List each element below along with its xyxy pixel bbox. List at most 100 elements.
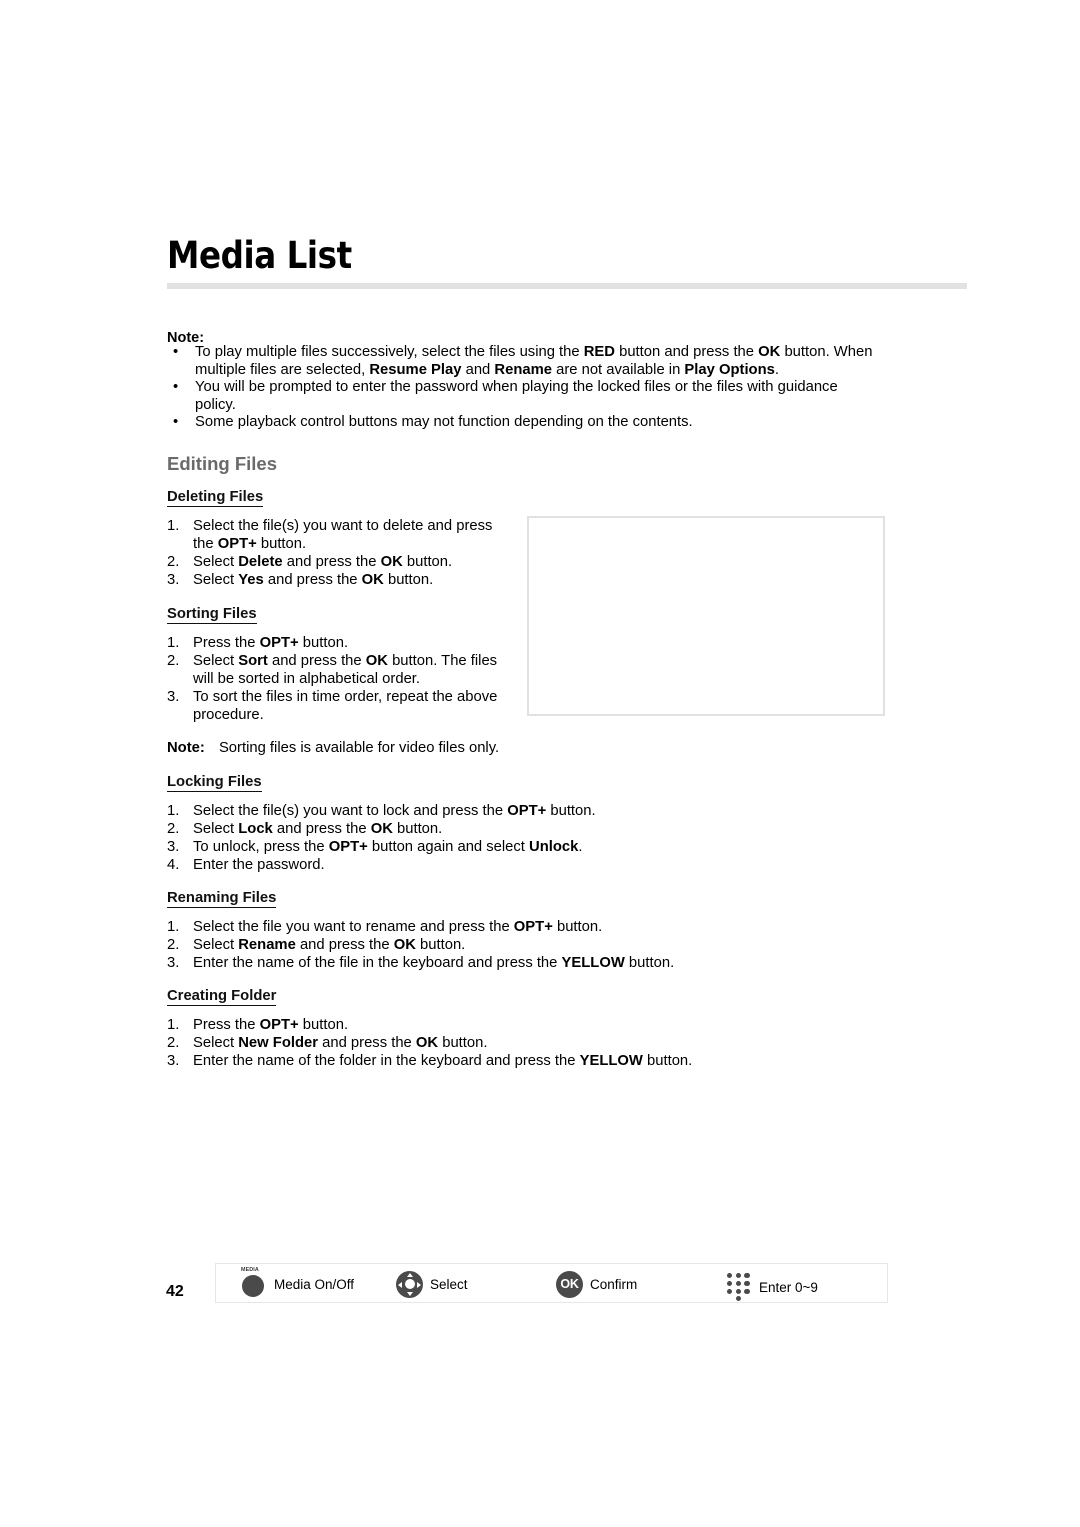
list-item: 2. Select Delete and press the OK button…: [167, 553, 512, 571]
title-divider: [167, 283, 967, 289]
list-item: • You will be prompted to enter the pass…: [167, 379, 877, 414]
bullet-icon: •: [173, 414, 179, 431]
list-item-number: 2.: [167, 1035, 180, 1051]
button-legend-bar: MEDIA Media On/Off Select OK Confirm Ent…: [215, 1263, 888, 1303]
note-text: Sorting files is available for video fil…: [218, 740, 500, 756]
keypad-dot: [726, 1287, 734, 1296]
list-item-text: Enter the password.: [193, 857, 325, 873]
list-item-number: 2.: [167, 821, 180, 837]
numeric-keypad-icon: [726, 1272, 752, 1303]
list-item-number: 3.: [167, 955, 180, 971]
arrow-down-icon: [407, 1291, 413, 1296]
list-item-number: 2.: [167, 554, 180, 570]
list-item-text: Select Delete and press the OK button.: [193, 554, 453, 570]
media-icon-label: MEDIA: [241, 1267, 259, 1273]
note-label: Note:: [167, 740, 205, 756]
keypad-dot: [734, 1279, 742, 1288]
steps-creating-folder: 1. Press the OPT+ button. 2. Select New …: [167, 1016, 827, 1070]
list-item: 2. Select New Folder and press the OK bu…: [167, 1034, 827, 1052]
list-item-number: 4.: [167, 857, 180, 873]
list-item-number: 3.: [167, 689, 180, 705]
note-bullet-list: • To play multiple files successively, s…: [167, 344, 877, 432]
list-item: 3. Enter the name of the folder in the k…: [167, 1052, 827, 1070]
list-item: • To play multiple files successively, s…: [167, 344, 877, 379]
steps-renaming-files: 1. Select the file you want to rename an…: [167, 918, 827, 972]
arrow-up-icon: [407, 1272, 413, 1277]
illustration-placeholder: [527, 516, 885, 716]
keypad-dot: [743, 1272, 751, 1280]
ok-button-icon: OK: [556, 1270, 583, 1298]
list-item-number: 1.: [167, 635, 180, 651]
arrow-left-icon: [398, 1281, 402, 1288]
list-item-text: Some playback control buttons may not fu…: [195, 414, 693, 431]
list-item: 4. Enter the password.: [167, 856, 827, 874]
list-item-text: To unlock, press the OPT+ button again a…: [193, 839, 583, 855]
legend-label-enter-digits: Enter 0~9: [759, 1279, 818, 1295]
keypad-dot: [726, 1279, 734, 1288]
list-item-text: Enter the name of the folder in the keyb…: [193, 1053, 693, 1069]
legend-item-confirm: OK Confirm: [556, 1264, 637, 1304]
section-heading-editing-files: Editing Files: [167, 453, 277, 474]
subheading-locking-files: Locking Files: [167, 774, 262, 792]
list-item-text: To sort the files in time order, repeat …: [193, 689, 498, 723]
list-item-text: Press the OPT+ button.: [193, 635, 349, 651]
sorting-files-note: Note: Sorting files is available for vid…: [167, 739, 587, 757]
list-item-text: Select Sort and press the OK button. The…: [193, 653, 498, 687]
keypad-dot: [734, 1272, 742, 1280]
steps-sorting-files: 1. Press the OPT+ button. 2. Select Sort…: [167, 634, 512, 724]
list-item: 3. To sort the files in time order, repe…: [167, 688, 512, 724]
list-item-number: 3.: [167, 572, 180, 588]
list-item: 3. Enter the name of the file in the key…: [167, 954, 827, 972]
list-item-text: Select the file(s) you want to lock and …: [193, 803, 596, 819]
list-item: 1. Press the OPT+ button.: [167, 1016, 827, 1034]
list-item-number: 2.: [167, 937, 180, 953]
list-item-text: Select Lock and press the OK button.: [193, 821, 443, 837]
list-item-number: 2.: [167, 653, 180, 669]
subheading-renaming-files: Renaming Files: [167, 890, 277, 908]
steps-locking-files: 1. Select the file(s) you want to lock a…: [167, 802, 827, 874]
list-item-number: 1.: [167, 1017, 180, 1033]
list-item: 1. Select the file(s) you want to lock a…: [167, 802, 827, 820]
list-item: 1. Select the file(s) you want to delete…: [167, 517, 512, 553]
keypad-dot: [726, 1272, 734, 1280]
list-item-text: You will be prompted to enter the passwo…: [195, 379, 838, 413]
keypad-dot: [743, 1287, 751, 1296]
page-number: 42: [166, 1283, 184, 1300]
list-item-text: Select the file you want to rename and p…: [193, 919, 603, 935]
bullet-icon: •: [173, 379, 179, 396]
legend-item-select: Select: [396, 1264, 468, 1304]
bullet-icon: •: [173, 344, 179, 360]
list-item-text: To play multiple files successively, sel…: [195, 344, 873, 378]
list-item-text: Select the file(s) you want to delete an…: [193, 518, 493, 552]
keypad-dot-zero: [735, 1295, 743, 1303]
list-item-text: Select New Folder and press the OK butto…: [193, 1035, 488, 1051]
document-page: Media List Note: • To play multiple file…: [0, 0, 1080, 1527]
list-item-number: 1.: [167, 919, 180, 935]
legend-label-media: Media On/Off: [274, 1276, 355, 1292]
list-item: • Some playback control buttons may not …: [167, 414, 877, 432]
subheading-creating-folder: Creating Folder: [167, 988, 277, 1006]
media-icon-circle: [242, 1275, 264, 1297]
arrow-right-icon: [417, 1281, 421, 1288]
media-button-icon: MEDIA: [241, 1267, 267, 1301]
list-item-text: Select Yes and press the OK button.: [193, 572, 434, 588]
legend-label-confirm: Confirm: [590, 1276, 638, 1292]
list-item-number: 1.: [167, 803, 180, 819]
list-item: 1. Select the file you want to rename an…: [167, 918, 827, 936]
legend-item-media: MEDIA Media On/Off: [241, 1264, 354, 1304]
list-item-number: 3.: [167, 839, 180, 855]
list-item: 2. Select Lock and press the OK button.: [167, 820, 827, 838]
subheading-sorting-files: Sorting Files: [167, 606, 257, 624]
dpad-center: [404, 1279, 415, 1289]
list-item: 3. To unlock, press the OPT+ button agai…: [167, 838, 827, 856]
list-item: 1. Press the OPT+ button.: [167, 634, 512, 652]
list-item-number: 3.: [167, 1053, 180, 1069]
subheading-deleting-files: Deleting Files: [167, 489, 264, 507]
legend-item-enter-digits: Enter 0~9: [726, 1267, 818, 1307]
list-item: 2. Select Rename and press the OK button…: [167, 936, 827, 954]
list-item-text: Press the OPT+ button.: [193, 1017, 349, 1033]
legend-label-select: Select: [430, 1276, 468, 1292]
list-item: 2. Select Sort and press the OK button. …: [167, 652, 512, 688]
list-item-number: 1.: [167, 518, 180, 534]
keypad-grid: [726, 1272, 751, 1296]
